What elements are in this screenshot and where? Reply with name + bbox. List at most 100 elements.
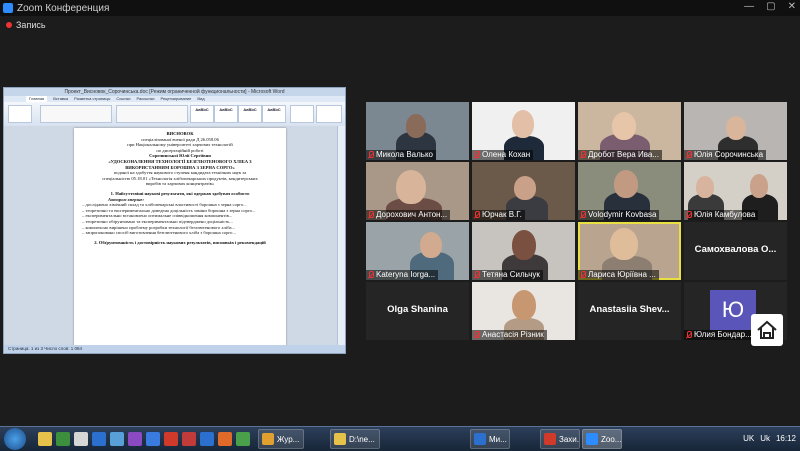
participant-face [406, 114, 426, 138]
word-status-bar: Страница: 1 из 3 Число слов: 1 084 [4, 345, 345, 353]
document-page[interactable]: ВИСНОВОК спеціалізованої вченої ради Д 2… [74, 128, 286, 346]
participant-face [696, 176, 714, 198]
start-button[interactable] [4, 428, 26, 450]
taskbar-task[interactable]: D:\ne... [330, 429, 380, 449]
word-icon[interactable] [92, 432, 106, 446]
mic-muted-icon [685, 151, 692, 159]
folder-icon [262, 433, 274, 445]
participant-label: Дробот Вера Ива... [578, 150, 662, 160]
participant-face [612, 112, 636, 140]
video-tile[interactable]: Микола Валько [366, 102, 469, 160]
style-heading2[interactable]: AaBbC [262, 105, 286, 123]
video-tile[interactable]: Юлія Сорочинська [684, 102, 787, 160]
clock[interactable]: 16:12 [776, 427, 796, 451]
taskbar-task-zoom[interactable]: Zoo... [582, 429, 622, 449]
video-tile[interactable]: Юлія Камбулова [684, 162, 787, 220]
taskbar-task[interactable]: Жур... [258, 429, 304, 449]
mic-muted-icon [579, 271, 586, 279]
folder-icon [334, 433, 346, 445]
doc-line: «УДОСКОНАЛЕННЯ ТЕХНОЛОГІЇ БЕЗГЛЮТЕНОВОГО… [108, 158, 252, 164]
doc-line: 1. Найсуттєвіші наукові результати, які … [110, 190, 250, 196]
mic-muted-icon [473, 211, 480, 219]
avatar: Ю [710, 290, 756, 330]
video-tile[interactable]: Дорохович Антон... [366, 162, 469, 220]
video-tile[interactable]: Юрчак В.Г. [472, 162, 575, 220]
paragraph-group[interactable] [116, 105, 188, 123]
recording-indicator[interactable]: Запись [6, 20, 46, 30]
participant-face [726, 116, 746, 140]
word-title: Проект_Висновок_Сорочинська.doc [Режим о… [4, 88, 345, 96]
app-icon[interactable] [200, 432, 214, 446]
zoom-icon [586, 433, 598, 445]
font-group[interactable] [40, 105, 112, 123]
doc-line: 2. Обґрунтованість і достовірність науко… [94, 239, 266, 245]
video-tile[interactable]: Дробот Вера Ива... [578, 102, 681, 160]
app-icon[interactable] [236, 432, 250, 446]
word-icon [474, 433, 486, 445]
excel-icon[interactable] [56, 432, 70, 446]
mic-muted-icon [685, 211, 692, 219]
taskbar-task[interactable]: Ми... [470, 429, 510, 449]
title-bar: Zoom Конференция — ▢ ✕ [0, 0, 800, 16]
shared-screen-word: Проект_Висновок_Сорочинська.doc [Режим о… [3, 87, 346, 354]
maximize-button[interactable]: ▢ [766, 1, 775, 12]
participant-name: Самохвалова О... [694, 244, 777, 255]
participant-face [614, 170, 638, 198]
ribbon: AaBbC AaBbC AaBbC AaBbC [4, 102, 345, 127]
video-tile[interactable]: Volodymir Kovbasa [578, 162, 681, 220]
language-indicator-2[interactable]: Uk [760, 427, 770, 451]
window-title: Zoom Конференция [17, 2, 110, 14]
mic-muted-icon [473, 151, 480, 159]
video-tile[interactable]: Anastasiia Shev... [578, 282, 681, 340]
language-indicator[interactable]: UK [743, 427, 754, 451]
style-normal[interactable]: AaBbC [190, 105, 214, 123]
mic-muted-icon [685, 331, 692, 339]
pdf-icon [544, 433, 556, 445]
video-tile[interactable]: Olga Shanina [366, 282, 469, 340]
paste-button[interactable] [8, 105, 32, 123]
taskbar: Жур... D:\ne... Ми... Захи... Zoo... UK … [0, 426, 800, 451]
app-icon[interactable] [110, 432, 124, 446]
video-tile[interactable]: Тетяна Сильчук [472, 222, 575, 280]
zoom-icon [3, 3, 13, 13]
mic-muted-icon [473, 271, 480, 279]
participant-face [512, 290, 536, 320]
participant-label: Лариса Юріївна ... [578, 270, 659, 280]
video-tile-active-speaker[interactable]: Лариса Юріївна ... [578, 222, 681, 280]
mic-muted-icon [367, 151, 374, 159]
participant-face [750, 174, 768, 198]
video-tile[interactable]: Анастасія Різник [472, 282, 575, 340]
app-icon[interactable] [182, 432, 196, 446]
document-area: ВИСНОВОК спеціалізованої вченої ради Д 2… [4, 126, 345, 346]
hide-self-view-icon[interactable] [751, 314, 783, 346]
app-icon[interactable] [128, 432, 142, 446]
minimize-button[interactable]: — [744, 1, 754, 12]
participant-face [420, 232, 442, 258]
style-nospacing[interactable]: AaBbC [214, 105, 238, 123]
video-tile[interactable]: Самохвалова О... [684, 222, 787, 280]
close-button[interactable]: ✕ [788, 1, 796, 12]
participant-label: Олена Кохан [472, 150, 534, 160]
participant-label: Volodymir Kovbasa [578, 210, 660, 220]
explorer-icon[interactable] [38, 432, 52, 446]
participant-name: Olga Shanina [387, 304, 448, 315]
mic-muted-icon [367, 271, 374, 279]
participant-name: Anastasiia Shev... [589, 304, 670, 315]
change-styles-button[interactable] [290, 105, 314, 123]
participant-label: Дорохович Антон... [366, 210, 451, 220]
mic-muted-icon [367, 211, 374, 219]
style-heading1[interactable]: AaBbC [238, 105, 262, 123]
mic-muted-icon [473, 331, 480, 339]
video-tile[interactable]: Kateryna Iorga... [366, 222, 469, 280]
participant-label: Микола Валько [366, 150, 436, 160]
app-icon[interactable] [74, 432, 88, 446]
app-icon[interactable] [164, 432, 178, 446]
video-tile[interactable]: Олена Кохан [472, 102, 575, 160]
app-icon[interactable] [146, 432, 160, 446]
participant-label: Юрчак В.Г. [472, 210, 525, 220]
participant-label: Юлия Бондар... [684, 330, 755, 340]
taskbar-task[interactable]: Захи... [540, 429, 580, 449]
editing-group[interactable] [316, 105, 342, 123]
app-icon[interactable] [218, 432, 232, 446]
vertical-scrollbar[interactable] [337, 126, 345, 345]
